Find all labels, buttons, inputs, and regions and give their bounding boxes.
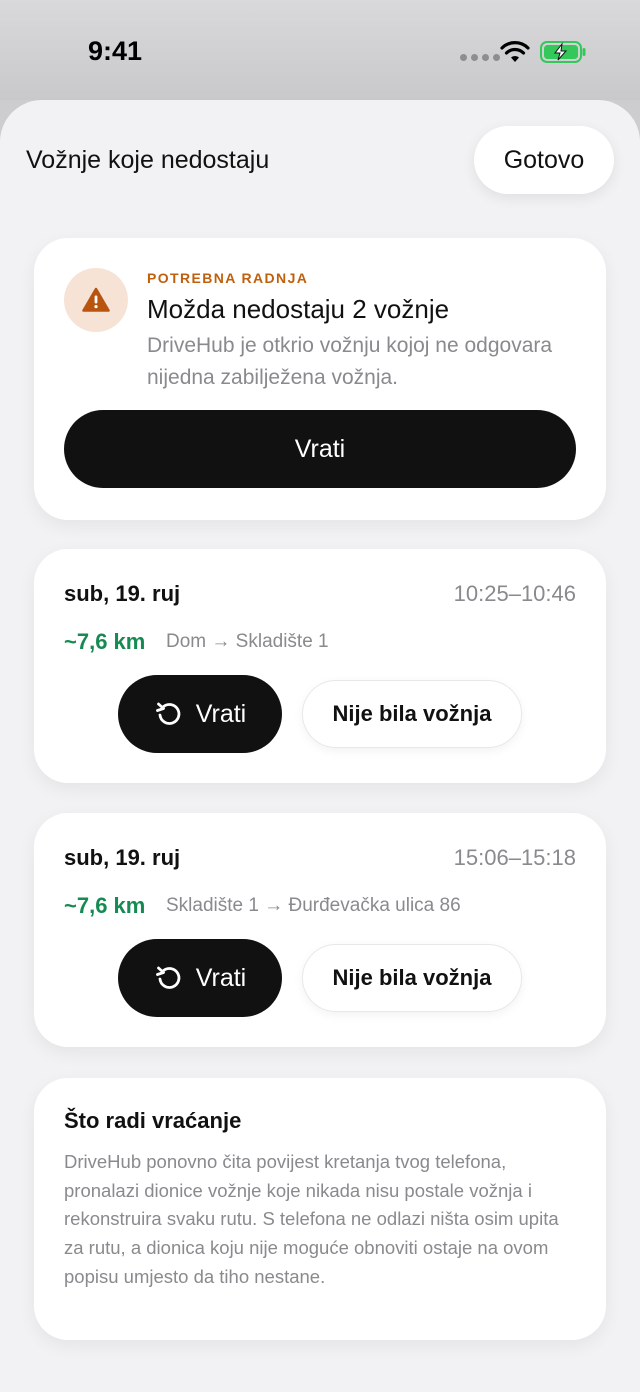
- battery-charging-icon: [540, 41, 586, 63]
- warning-icon: [82, 287, 110, 312]
- not-a-trip-button[interactable]: Nije bila vožnja: [302, 944, 522, 1012]
- action-required-card: POTREBNA RADNJA Možda nedostaju 2 vožnje…: [34, 238, 606, 520]
- alert-kicker: POTREBNA RADNJA: [147, 270, 309, 286]
- status-bar: 9:41: [0, 0, 640, 100]
- trip-date: sub, 19. ruj: [64, 845, 181, 870]
- trip-distance: ~7,6 km: [64, 893, 146, 918]
- restore-trip-label: Vrati: [195, 699, 247, 728]
- cellular-signal-icon: [460, 54, 500, 61]
- trip-distance: ~7,6 km: [64, 629, 146, 654]
- restore-icon: [155, 702, 181, 725]
- not-a-trip-button[interactable]: Nije bila vožnja: [302, 680, 522, 748]
- trip-route: Dom → Skladište 1: [166, 631, 329, 652]
- trip-card: sub, 19. ruj 15:06–15:18 ~7,6 km Skladiš…: [34, 813, 606, 1047]
- trip-route: Skladište 1 → Đurđevačka ulica 86: [166, 895, 461, 916]
- trip-time-range: 15:06–15:18: [453, 845, 576, 870]
- status-time: 9:41: [88, 36, 143, 66]
- wifi-icon: [500, 41, 530, 62]
- trip-date: sub, 19. ruj: [64, 581, 181, 606]
- sheet-title: Vožnje koje nedostaju: [26, 146, 270, 174]
- restore-trip-label: Vrati: [195, 963, 247, 992]
- restore-trip-button[interactable]: Vrati: [118, 939, 282, 1017]
- alert-description: DriveHub je otkrio vožnju kojoj ne odgov…: [147, 334, 553, 389]
- warning-icon-badge: [64, 268, 128, 332]
- restore-icon: [155, 966, 181, 989]
- missing-trips-sheet: Vožnje koje nedostaju Gotovo POTREBNA RA…: [0, 100, 640, 1392]
- restore-trip-button[interactable]: Vrati: [118, 675, 282, 753]
- info-title: Što radi vraćanje: [64, 1108, 242, 1133]
- restore-all-button[interactable]: Vrati: [64, 410, 576, 488]
- info-body: DriveHub ponovno čita povijest kretanja …: [64, 1151, 559, 1287]
- done-button[interactable]: Gotovo: [474, 126, 614, 194]
- restore-info-card: Što radi vraćanje DriveHub ponovno čita …: [34, 1078, 606, 1340]
- trip-time-range: 10:25–10:46: [453, 581, 576, 606]
- trip-card: sub, 19. ruj 10:25–10:46 ~7,6 km Dom → S…: [34, 549, 606, 783]
- alert-title: Možda nedostaju 2 vožnje: [147, 294, 450, 324]
